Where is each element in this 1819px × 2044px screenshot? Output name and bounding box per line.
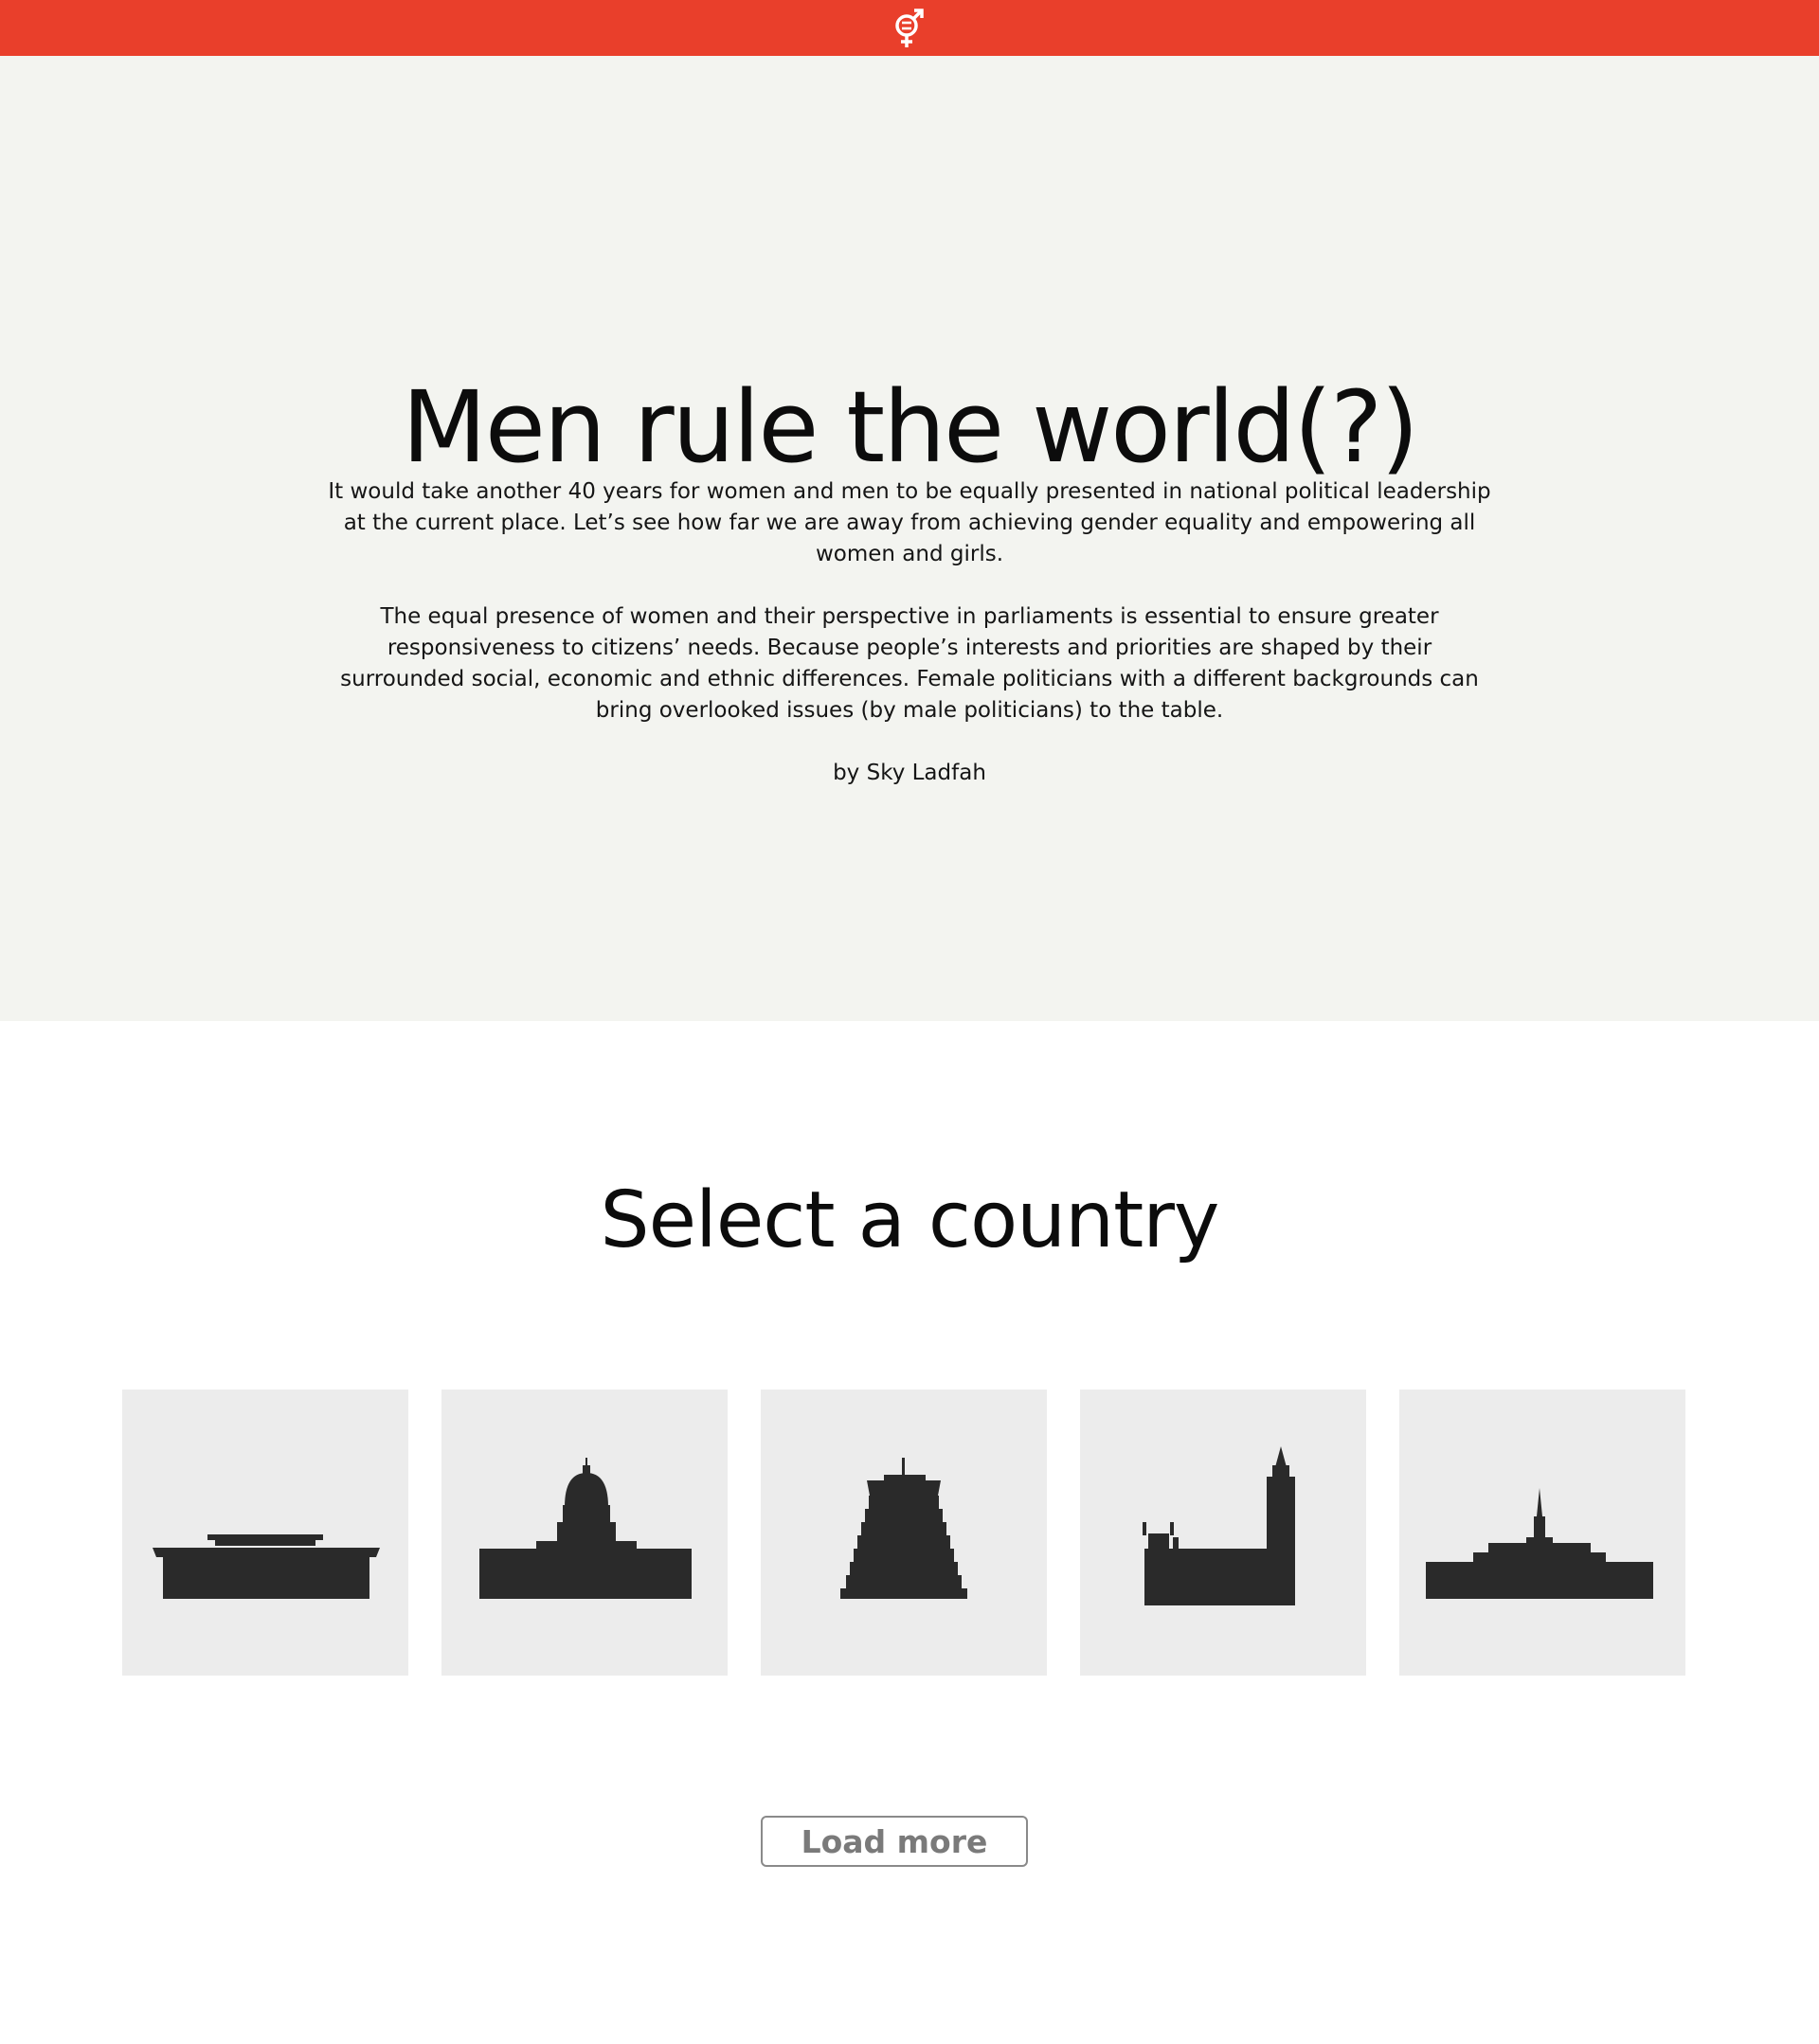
- intro-text: It would take another 40 years for women…: [322, 476, 1497, 820]
- big-ben-parliament-icon: [1143, 1446, 1295, 1605]
- country-card-5[interactable]: [1399, 1390, 1685, 1676]
- country-card-4[interactable]: [1080, 1390, 1366, 1676]
- gender-equality-icon[interactable]: [891, 6, 928, 51]
- country-card-3[interactable]: [761, 1390, 1047, 1676]
- section-title: Select a country: [600, 1175, 1220, 1265]
- page-title: Men rule the world(?): [402, 369, 1419, 485]
- country-card-1[interactable]: [122, 1390, 408, 1676]
- intro-paragraph-1: It would take another 40 years for women…: [328, 479, 1491, 566]
- flat-parliament-building-icon: [153, 1534, 380, 1599]
- country-grid: [122, 1390, 1685, 1676]
- beehive-building-icon: [840, 1458, 967, 1599]
- capitol-dome-building-icon: [479, 1458, 692, 1599]
- spire-parliament-building-icon: [1426, 1488, 1653, 1599]
- top-bar: [0, 0, 1819, 56]
- load-more-button[interactable]: Load more: [761, 1816, 1028, 1867]
- hero-section: Men rule the world(?) It would take anot…: [0, 56, 1819, 1021]
- intro-paragraph-2: The equal presence of women and their pe…: [340, 604, 1479, 723]
- byline: by Sky Ladfah: [833, 761, 986, 785]
- country-card-2[interactable]: [441, 1390, 728, 1676]
